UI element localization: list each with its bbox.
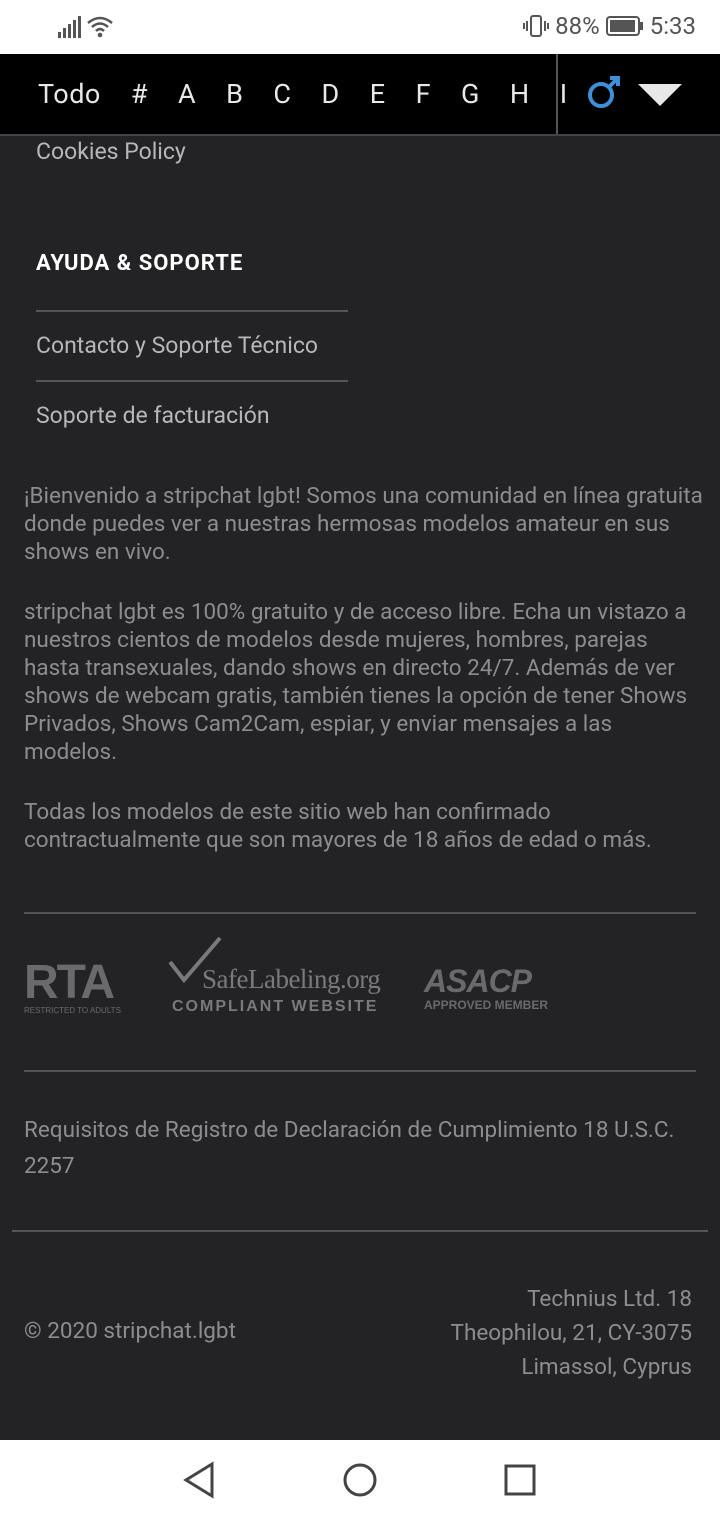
status-right: 88% 5:33 xyxy=(523,12,696,40)
male-gender-icon[interactable] xyxy=(586,74,622,110)
letter-item-c[interactable]: C xyxy=(273,78,291,110)
company-address: Technius Ltd. 18 Theophilou, 21, CY-3075… xyxy=(450,1286,692,1380)
divider xyxy=(36,380,348,382)
chevron-down-icon[interactable] xyxy=(636,80,684,110)
cookies-policy-link[interactable]: Cookies Policy xyxy=(36,138,186,165)
letter-item-todo[interactable]: Todo xyxy=(38,78,101,110)
compliance-2257-link[interactable]: Requisitos de Registro de Declaración de… xyxy=(24,1112,704,1184)
system-navigation-bar xyxy=(0,1440,720,1520)
letter-item-hash[interactable]: # xyxy=(131,78,148,110)
back-icon[interactable] xyxy=(180,1460,220,1500)
welcome-paragraph: ¡Bienvenido a stripchat lgbt! Somos una … xyxy=(24,483,703,565)
age-paragraph: Todas los modelos de este sitio web han … xyxy=(24,799,652,853)
letter-item-f[interactable]: F xyxy=(416,78,431,110)
divider xyxy=(24,912,696,914)
vibrate-icon xyxy=(523,15,550,37)
letter-item-e[interactable]: E xyxy=(370,78,386,110)
bar-divider xyxy=(556,54,558,134)
home-icon[interactable] xyxy=(340,1460,380,1500)
clock: 5:33 xyxy=(649,12,696,40)
battery-percent: 88% xyxy=(555,12,600,40)
divider xyxy=(36,310,348,312)
description-paragraph: stripchat lgbt es 100% gratuito y de acc… xyxy=(24,599,688,765)
wifi-icon xyxy=(87,16,113,38)
contact-support-link[interactable]: Contacto y Soporte Técnico xyxy=(36,332,318,359)
letter-item-b[interactable]: B xyxy=(226,78,243,110)
billing-support-link[interactable]: Soporte de facturación xyxy=(36,402,270,429)
battery-icon xyxy=(605,16,643,36)
asacp-logo: ASACP APPROVED MEMBER xyxy=(424,963,549,1012)
signal-indicators xyxy=(58,14,114,38)
letter-list: Todo # A B C D E F G H I xyxy=(38,54,598,134)
help-section-title: AYUDA & SOPORTE xyxy=(36,251,244,276)
recents-icon[interactable] xyxy=(500,1460,540,1500)
copyright: © 2020 stripchat.lgbt xyxy=(24,1318,236,1344)
letter-filter-bar: Todo # A B C D E F G H I xyxy=(0,54,720,136)
divider xyxy=(24,1070,696,1072)
letter-item-a[interactable]: A xyxy=(178,78,196,110)
cell-signal-icon xyxy=(58,16,81,38)
letter-item-g[interactable]: G xyxy=(461,78,480,110)
letter-item-d[interactable]: D xyxy=(322,78,340,110)
divider xyxy=(12,1230,708,1232)
status-bar: 88% 5:33 xyxy=(0,0,720,54)
letter-item-h[interactable]: H xyxy=(510,78,530,110)
rta-logo: RTA RESTRICTED TO ADULTS xyxy=(24,956,121,1016)
letter-item-i[interactable]: I xyxy=(560,78,568,110)
